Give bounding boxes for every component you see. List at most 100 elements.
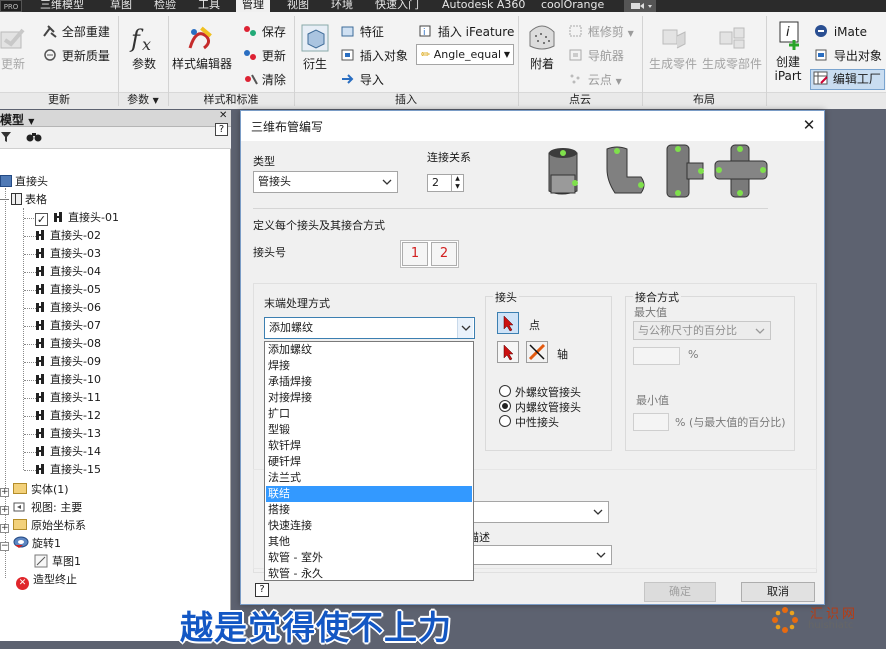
tab-tools[interactable]: 工具 — [198, 0, 220, 12]
end-treatment-option[interactable]: 型锻 — [266, 422, 472, 438]
min-value-input[interactable] — [633, 413, 669, 431]
description-combo[interactable] — [466, 545, 612, 565]
axis-select-button[interactable] — [497, 341, 519, 363]
tree-origin[interactable]: + 原始坐标系 — [0, 517, 86, 535]
tree-solid-bodies[interactable]: + 实体(1) — [0, 481, 69, 499]
import-button[interactable]: 导入 — [340, 72, 384, 89]
params-group-label[interactable]: 参数 ▼ — [118, 92, 168, 108]
end-treatment-option[interactable]: 添加螺纹 — [266, 342, 472, 358]
make-part-button[interactable]: 生成零件 — [645, 22, 701, 71]
make-components-button[interactable]: 生成零部件 — [700, 22, 764, 71]
tree-revolve[interactable]: − 旋转1 — [0, 535, 61, 553]
end-treatment-combo[interactable]: 添加螺纹 — [264, 317, 475, 339]
spinner-arrows-icon[interactable]: ▲ ▼ — [451, 175, 463, 191]
tree-member-row[interactable]: 直接头-13 — [35, 425, 101, 443]
browser-title[interactable]: 模型 ▼ — [0, 111, 34, 128]
end-treatment-option[interactable]: 承插焊接 — [266, 374, 472, 390]
create-ipart-button[interactable]: i 创建 iPart — [768, 20, 808, 83]
tree-member-row[interactable]: 直接头-07 — [35, 317, 101, 335]
insert-feature-button[interactable]: 特征 — [340, 24, 384, 41]
filter-icon[interactable] — [0, 131, 12, 146]
end-treatment-option[interactable]: 其他 — [266, 534, 472, 550]
help-icon[interactable]: ? — [215, 123, 228, 136]
tree-member-row[interactable]: 直接头-10 — [35, 371, 101, 389]
active-member-checkbox[interactable]: ✓ — [35, 213, 48, 226]
tree-member-row[interactable]: 直接头-14 — [35, 443, 101, 461]
end-treatment-option[interactable]: 软管 - 室外 — [266, 550, 472, 566]
female-connector-radio[interactable] — [499, 400, 511, 412]
imate-button[interactable]: iMate — [814, 24, 867, 41]
end-treatment-option[interactable]: 软管 - 永久 — [266, 566, 472, 582]
rebuild-all-button[interactable]: 全部重建 — [42, 24, 110, 41]
edit-factory-button[interactable]: 编辑工厂 — [810, 69, 885, 90]
close-icon[interactable]: ✕ — [219, 110, 227, 121]
tree-member-row[interactable]: 直接头-06 — [35, 299, 101, 317]
tree-member-row[interactable]: 直接头-11 — [35, 389, 101, 407]
connector-1-button[interactable]: 1 — [402, 242, 428, 266]
tree-root[interactable]: 直接头 — [0, 173, 48, 191]
help-button[interactable]: ? — [255, 583, 269, 597]
export-object-button[interactable]: 导出对象 — [814, 48, 882, 65]
cloud-point-button[interactable]: 云点 ▼ — [568, 72, 622, 89]
insert-ifeature-button[interactable]: i 插入 iFeature — [418, 24, 514, 41]
tree-member-row[interactable]: 直接头-05 — [35, 281, 101, 299]
tree-member-row[interactable]: 直接头-12 — [35, 407, 101, 425]
max-value-input[interactable] — [633, 347, 680, 365]
video-tab-icon[interactable] — [624, 0, 656, 12]
tree-member-row[interactable]: ✓ 直接头-01 — [35, 209, 119, 227]
end-treatment-option[interactable]: 搭接 — [266, 502, 472, 518]
end-treatment-option[interactable]: 硬钎焊 — [266, 454, 472, 470]
flip-axis-button[interactable] — [526, 341, 548, 363]
tree-view[interactable]: + 视图: 主要 — [0, 499, 82, 517]
tree-member-row[interactable]: 直接头-09 — [35, 353, 101, 371]
style-save-button[interactable]: 保存 — [242, 24, 286, 41]
tab-inspect[interactable]: 检验 — [154, 0, 176, 12]
end-treatment-option[interactable]: 扩口 — [266, 406, 472, 422]
tree-table[interactable]: 表格 — [0, 191, 47, 209]
tree-member-row[interactable]: 直接头-04 — [35, 263, 101, 281]
engagement-combo[interactable]: 与公称尺寸的百分比 — [633, 321, 771, 340]
connector-2-button[interactable]: 2 — [431, 242, 457, 266]
close-button[interactable]: ✕ — [799, 116, 819, 136]
angle-equal-combo[interactable]: ✏ Angle_equal ▼ — [416, 44, 514, 65]
ok-button[interactable]: 确定 — [644, 582, 716, 602]
update-mass-button[interactable]: 更新质量 — [42, 48, 110, 65]
tree-member-row[interactable]: 直接头-15 — [35, 461, 101, 479]
tree-member-row[interactable]: 直接头-02 — [35, 227, 101, 245]
tab-manage[interactable]: 管理 — [236, 0, 270, 12]
point-select-button[interactable] — [497, 312, 519, 334]
tree-member-row[interactable]: 直接头-08 — [35, 335, 101, 353]
end-treatment-option[interactable]: 对接焊接 — [266, 390, 472, 406]
style-editor-button[interactable]: 样式编辑器 — [170, 22, 234, 71]
end-treatment-option[interactable]: 焊接 — [266, 358, 472, 374]
update-button[interactable]: 更新 — [0, 22, 34, 71]
end-treatment-option[interactable]: 联结 — [266, 486, 472, 502]
type-combo[interactable]: 管接头 — [253, 171, 398, 193]
male-connector-radio[interactable] — [499, 385, 511, 397]
tab-3d-model[interactable]: 三维模型 — [40, 0, 84, 12]
tab-a360[interactable]: Autodesk A360 — [442, 0, 525, 12]
tab-get-started[interactable]: 快速入门 — [375, 0, 419, 12]
tab-view[interactable]: 视图 — [287, 0, 309, 12]
tab-sketch[interactable]: 草图 — [110, 0, 132, 12]
search-icon[interactable] — [26, 130, 42, 146]
derive-button[interactable]: 衍生 — [296, 22, 334, 71]
neutral-connector-radio[interactable] — [499, 415, 511, 427]
tab-environments[interactable]: 环境 — [331, 0, 353, 12]
cancel-button[interactable]: 取消 — [741, 582, 815, 602]
style-purge-button[interactable]: 清除 — [242, 72, 286, 89]
tree-sketch[interactable]: 草图1 — [34, 553, 81, 571]
end-treatment-option[interactable]: 快速连接 — [266, 518, 472, 534]
tab-coolorange[interactable]: coolOrange — [541, 0, 604, 12]
navigator-button[interactable]: 导航器 — [568, 48, 624, 65]
tree-end-of-part[interactable]: ✕ 造型终止 — [16, 571, 77, 590]
insert-object-button[interactable]: 插入对象 — [340, 48, 408, 65]
style-update-button[interactable]: 更新 — [242, 48, 286, 65]
attach-button[interactable]: 附着 — [522, 22, 562, 71]
end-treatment-option[interactable]: 法兰式 — [266, 470, 472, 486]
end-treatment-option[interactable]: 软钎焊 — [266, 438, 472, 454]
tree-member-row[interactable]: 直接头-03 — [35, 245, 101, 263]
lower-combo-1[interactable] — [466, 501, 609, 523]
crop-button[interactable]: 框修剪 ▼ — [568, 24, 634, 41]
connections-spinner[interactable]: 2 ▲ ▼ — [427, 174, 464, 192]
